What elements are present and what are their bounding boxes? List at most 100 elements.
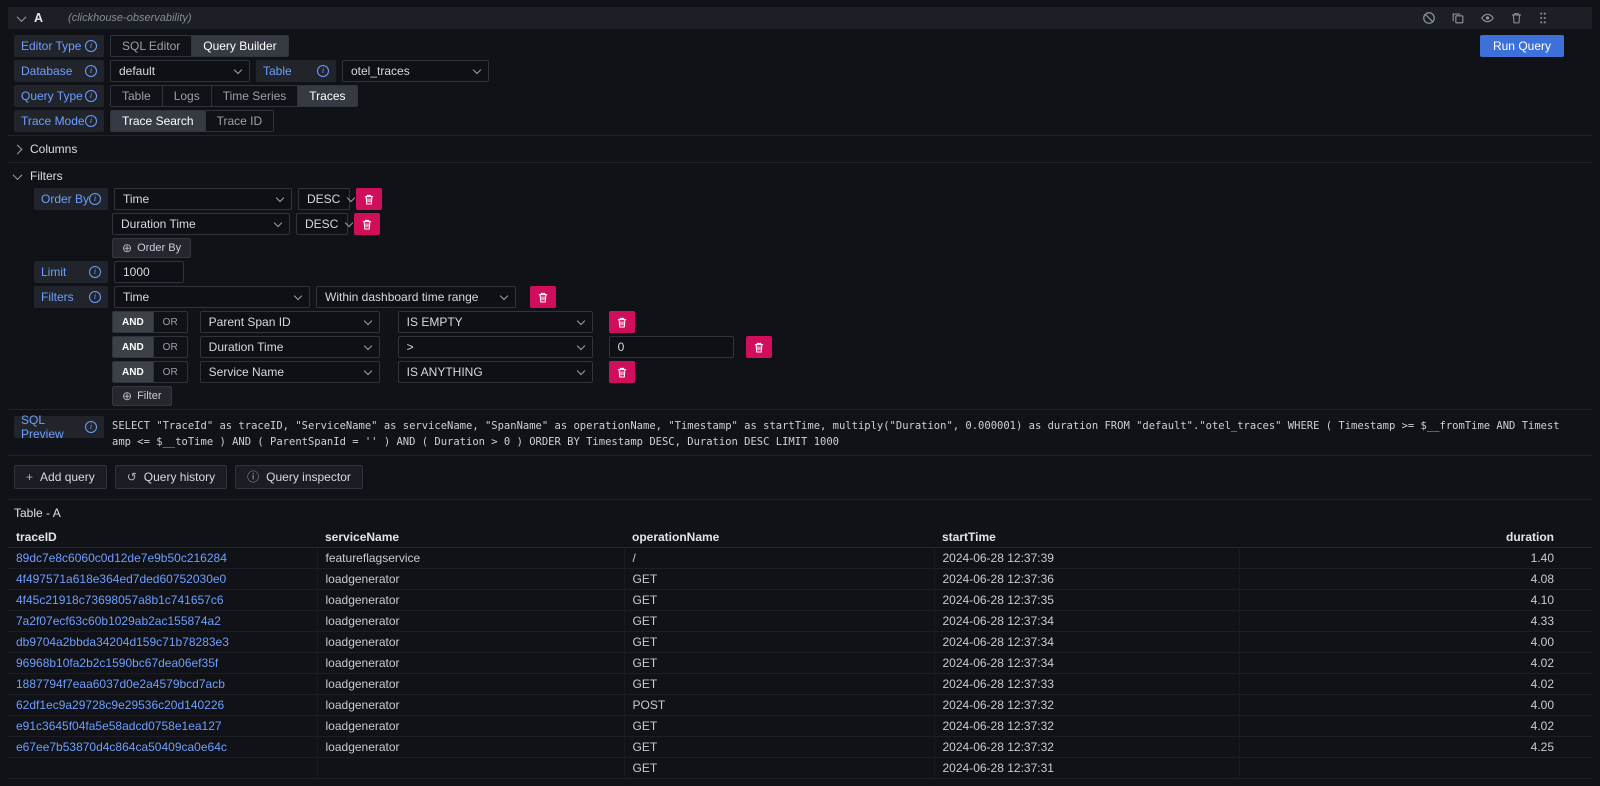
chevron-down-icon: [576, 316, 584, 324]
conjunction-switch: AND OR: [112, 311, 188, 333]
database-select[interactable]: default: [110, 60, 250, 82]
trace-mode-label: Trace Mode i: [14, 110, 104, 132]
chevron-down-icon: [576, 366, 584, 374]
info-icon[interactable]: i: [89, 266, 101, 278]
database-table-row: Database i default Table i otel_traces: [14, 60, 1592, 82]
tab-sql-editor[interactable]: SQL Editor: [111, 36, 192, 56]
hide-response-eye-icon[interactable]: [1480, 11, 1495, 25]
tab-table[interactable]: Table: [111, 86, 163, 106]
trace-link[interactable]: e91c3645f04fa5e58adcd0758e1ea127: [16, 719, 222, 733]
order-by-row: Order By i Time DESC: [34, 188, 1592, 210]
order-by-field-select[interactable]: Time: [114, 188, 292, 210]
tab-query-builder[interactable]: Query Builder: [192, 36, 287, 56]
page: A (clickhouse-observability) Editor: [0, 0, 1600, 786]
tab-trace-id[interactable]: Trace ID: [206, 111, 274, 131]
cell-operationname: GET: [624, 631, 934, 652]
cell-starttime: 2024-06-28 12:37:39: [934, 547, 1239, 568]
trace-link[interactable]: 7a2f07ecf63c60b1029ab2ac155874a2: [16, 614, 221, 628]
trace-link[interactable]: e67ee7b53870d4c864ca50409ca0e64c: [16, 740, 227, 754]
trace-link[interactable]: 1887794f7eaa6037d0e2a4579bcd7acb: [16, 677, 225, 691]
limit-input[interactable]: [114, 261, 184, 283]
chevron-down-icon: [345, 218, 353, 226]
query-inspector-button[interactable]: ⓘ Query inspector: [235, 465, 363, 489]
col-header-servicename[interactable]: serviceName: [317, 527, 624, 548]
collapse-query-chevron-icon[interactable]: [17, 12, 27, 22]
query-history-button[interactable]: ↺ Query history: [115, 465, 227, 489]
info-icon[interactable]: i: [85, 40, 97, 52]
remove-filter-button[interactable]: [530, 286, 556, 308]
filter-operator-select[interactable]: >: [398, 336, 593, 358]
col-header-operationname[interactable]: operationName: [624, 527, 934, 548]
info-icon[interactable]: i: [85, 421, 97, 433]
cell-starttime: 2024-06-28 12:37:34: [934, 652, 1239, 673]
filter-field-select[interactable]: Service Name: [200, 361, 380, 383]
tab-time-series[interactable]: Time Series: [212, 86, 299, 106]
info-icon[interactable]: i: [85, 90, 97, 102]
cell-duration: 4.00: [1239, 631, 1592, 652]
or-option[interactable]: OR: [153, 362, 187, 382]
remove-filter-button[interactable]: [609, 311, 635, 333]
and-option[interactable]: AND: [113, 312, 153, 332]
trace-link[interactable]: 62df1ec9a29728c9e29536c20d140226: [16, 698, 224, 712]
cell-servicename: loadgenerator: [317, 673, 624, 694]
trace-link[interactable]: db9704a2bbda34204d159c71b78283e3: [16, 635, 229, 649]
cell-starttime: 2024-06-28 12:37:32: [934, 694, 1239, 715]
col-header-starttime[interactable]: startTime: [934, 527, 1239, 548]
add-query-button[interactable]: + Add query: [14, 465, 107, 489]
table-row: db9704a2bbda34204d159c71b78283e3 loadgen…: [8, 631, 1592, 652]
filter-field-select[interactable]: Duration Time: [200, 336, 380, 358]
info-icon[interactable]: i: [89, 291, 101, 303]
filter-field-select[interactable]: Parent Span ID: [200, 311, 380, 333]
disable-query-icon[interactable]: [1422, 11, 1436, 25]
col-header-traceid[interactable]: traceID: [8, 527, 317, 548]
and-option[interactable]: AND: [113, 362, 153, 382]
trace-link[interactable]: 96968b10fa2b2c1590bc67dea06ef35f: [16, 656, 218, 670]
duplicate-query-icon[interactable]: [1451, 11, 1465, 25]
trace-link[interactable]: 89dc7e8c6060c0d12de7e9b50c216284: [16, 551, 227, 565]
info-icon[interactable]: i: [89, 193, 101, 205]
drag-handle[interactable]: [1538, 11, 1548, 25]
chevron-down-icon: [576, 341, 584, 349]
tab-trace-search[interactable]: Trace Search: [111, 111, 206, 131]
table-row-partial: GET 2024-06-28 12:37:31: [8, 757, 1592, 778]
add-filter-button[interactable]: ⊕ Filter: [112, 386, 172, 406]
filters-section-header[interactable]: Filters: [14, 166, 1592, 186]
order-by-field-select[interactable]: Duration Time: [112, 213, 290, 235]
remove-order-by-button[interactable]: [356, 188, 382, 210]
order-by-direction-select[interactable]: DESC: [298, 188, 350, 210]
trace-link[interactable]: 4f497571a618e364ed7ded60752030e0: [16, 572, 226, 586]
filter-field-select[interactable]: Time: [114, 286, 310, 308]
filter-value-input[interactable]: [609, 336, 734, 358]
add-order-by-button[interactable]: ⊕ Order By: [112, 238, 191, 258]
and-option[interactable]: AND: [113, 337, 153, 357]
order-by-direction-select[interactable]: DESC: [296, 213, 348, 235]
tab-traces[interactable]: Traces: [298, 86, 356, 106]
run-query-button[interactable]: Run Query: [1480, 35, 1564, 57]
filter-operator-select[interactable]: IS ANYTHING: [398, 361, 593, 383]
info-icon[interactable]: i: [85, 65, 97, 77]
filter-operator-select[interactable]: IS EMPTY: [398, 311, 593, 333]
table-select[interactable]: otel_traces: [342, 60, 489, 82]
remove-filter-button[interactable]: [609, 361, 635, 383]
or-option[interactable]: OR: [153, 337, 187, 357]
filter-operator-select[interactable]: Within dashboard time range: [316, 286, 516, 308]
cell-servicename: loadgenerator: [317, 715, 624, 736]
cell-servicename: loadgenerator: [317, 589, 624, 610]
trace-link[interactable]: 4f45c21918c73698057a8b1c741657c6: [16, 593, 224, 607]
add-filter-row: ⊕ Filter: [112, 386, 1592, 406]
col-header-duration[interactable]: duration: [1239, 527, 1592, 548]
remove-order-by-button[interactable]: [354, 213, 380, 235]
query-row-header: A (clickhouse-observability): [8, 7, 1592, 29]
query-type-row: Query Type i Table Logs Time Series Trac…: [14, 85, 1592, 107]
chevron-down-icon: [274, 218, 282, 226]
remove-filter-button[interactable]: [746, 336, 772, 358]
or-option[interactable]: OR: [153, 312, 187, 332]
cell-operationname: POST: [624, 694, 934, 715]
info-icon[interactable]: i: [317, 65, 329, 77]
filters-label: Filters i: [34, 286, 108, 308]
delete-query-icon[interactable]: [1510, 11, 1523, 25]
tab-logs[interactable]: Logs: [163, 86, 212, 106]
chevron-down-icon: [363, 341, 371, 349]
columns-section-header[interactable]: Columns: [14, 139, 1592, 159]
info-icon[interactable]: i: [85, 115, 97, 127]
